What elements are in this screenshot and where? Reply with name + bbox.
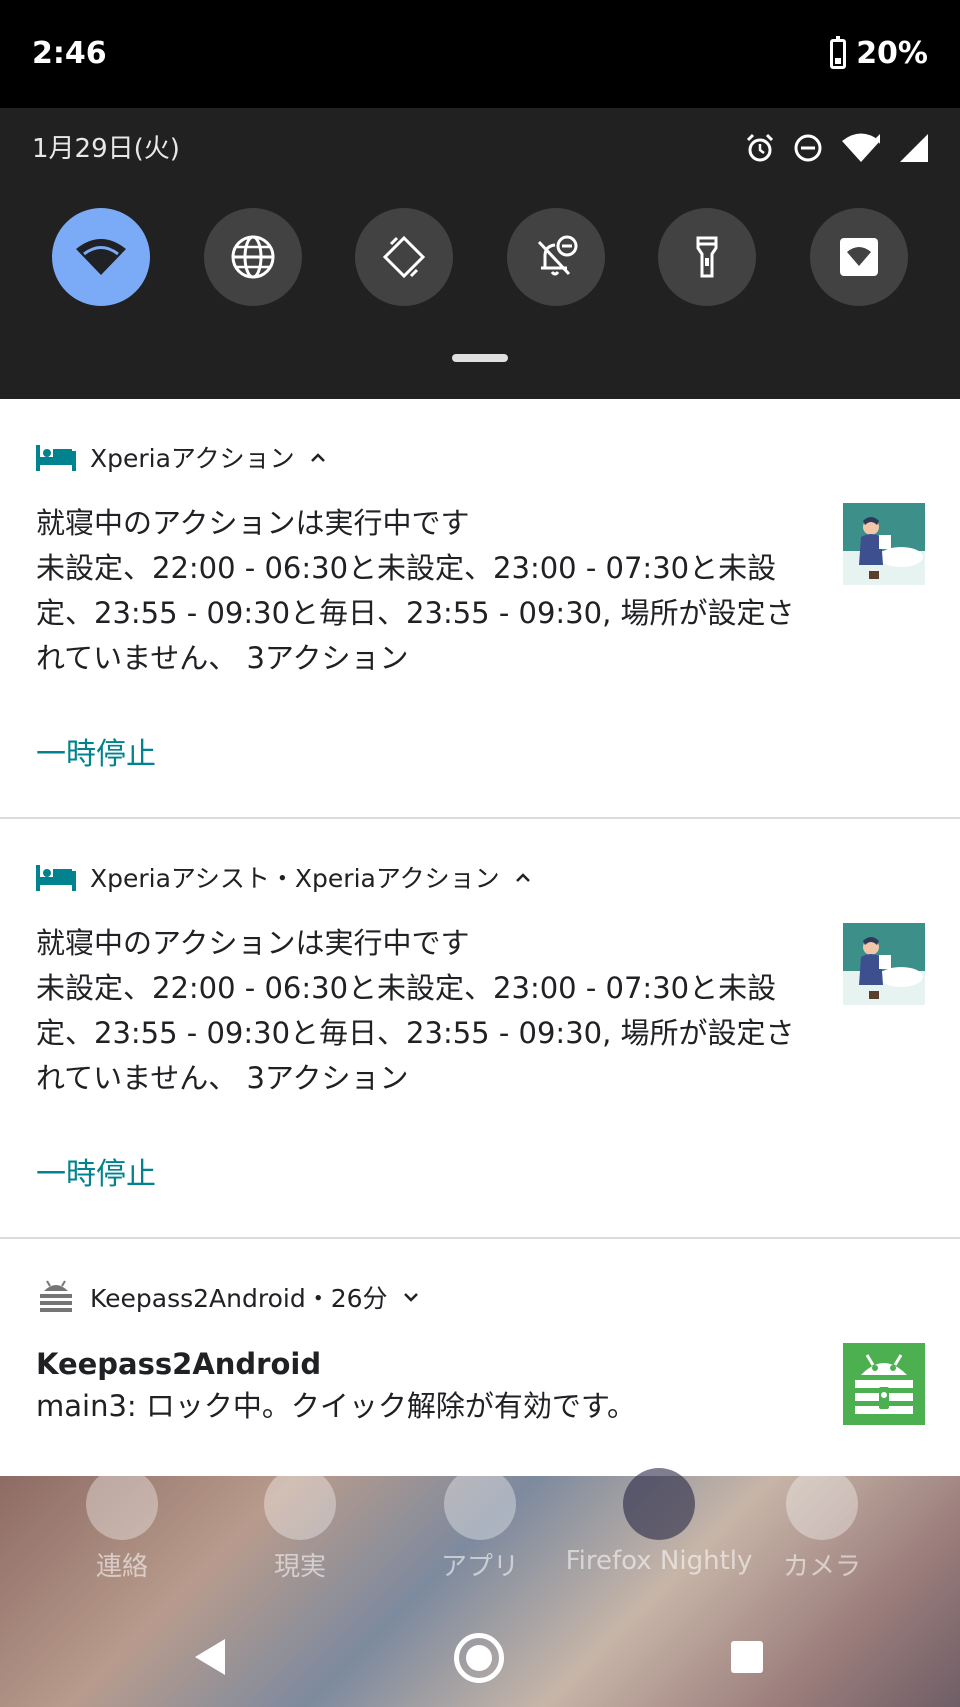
flashlight-icon (696, 236, 718, 278)
home-icon[interactable] (454, 1633, 504, 1683)
dock-item-firefox-nightly[interactable]: Firefox Nightly (566, 1546, 753, 1576)
camera-app-icon[interactable] (786, 1468, 858, 1540)
pause-button[interactable]: 一時停止 (36, 1149, 156, 1193)
hotspot-icon (839, 238, 878, 276)
contacts-app-icon[interactable] (86, 1468, 158, 1540)
reality-app-icon[interactable] (264, 1468, 336, 1540)
chevron-down-icon[interactable] (402, 1291, 420, 1303)
qs-tiles (52, 208, 908, 306)
pause-button[interactable]: 一時停止 (36, 729, 156, 773)
signal-icon (900, 134, 928, 162)
notification-header[interactable]: Xperiaアシスト・Xperiaアクション (36, 859, 532, 895)
hotspot-tile[interactable] (809, 208, 908, 306)
dock-item-apps[interactable]: アプリ (441, 1546, 519, 1583)
wifi-icon (76, 239, 126, 275)
notification-header[interactable]: Xperiaアクション (36, 439, 327, 475)
apps-drawer-icon[interactable] (444, 1468, 516, 1540)
status-time: 2:46 (32, 36, 107, 71)
status-bar: 2:46 20% (0, 0, 960, 108)
dock-item-reality[interactable]: 現実 (274, 1546, 326, 1583)
dnd-icon (794, 134, 822, 162)
battery-icon (830, 35, 847, 69)
rotate-icon (383, 235, 426, 279)
notification-xperia-assist[interactable]: Xperiaアシスト・Xperiaアクション 就寝中のアクションは実行中です 未… (0, 819, 960, 1237)
globe-icon (231, 235, 275, 279)
notification-app-name: Xperiaアクション (90, 444, 295, 473)
dock-item-camera[interactable]: カメラ (783, 1546, 861, 1583)
wifi-icon (842, 133, 880, 162)
auto-rotate-tile[interactable] (355, 208, 454, 306)
dock-item-contacts[interactable]: 連絡 (96, 1546, 148, 1583)
sleeping-person-thumbnail (843, 923, 925, 1005)
notification-text: main3: ロック中。クイック解除が有効です。 (36, 1389, 636, 1423)
notification-title: 就寝中のアクションは実行中です (36, 926, 470, 960)
sleeping-person-thumbnail (843, 503, 925, 585)
qs-date[interactable]: 1月29日(火) (32, 128, 180, 165)
back-icon[interactable] (195, 1639, 225, 1675)
notification-line: 定、23:55 - 09:30と毎日、23:55 - 09:30, 場所が設定さ (36, 596, 795, 630)
chevron-up-icon[interactable] (514, 871, 532, 883)
notification-line: 定、23:55 - 09:30と毎日、23:55 - 09:30, 場所が設定さ (36, 1016, 795, 1050)
chevron-up-icon[interactable] (309, 451, 327, 463)
notification-line: れていません、 3アクション (36, 1061, 409, 1095)
notification-body: 就寝中のアクションは実行中です 未設定、22:00 - 06:30と未設定、23… (36, 921, 816, 1101)
notification-body: Keepass2Android main3: ロック中。クイック解除が有効です。 (36, 1343, 816, 1427)
quick-settings-panel: 1月29日(火) (0, 108, 960, 399)
home-screen-wallpaper: 連絡 現実 アプリ Firefox Nightly カメラ (0, 1468, 960, 1707)
keepass-large-icon (843, 1343, 925, 1425)
dnd-tile[interactable] (506, 208, 605, 306)
firefox-nightly-icon[interactable] (623, 1468, 695, 1540)
flashlight-tile[interactable] (658, 208, 757, 306)
qs-drag-handle[interactable] (452, 354, 508, 362)
bell-off-icon (537, 235, 578, 276)
dock: 連絡 現実 アプリ Firefox Nightly カメラ (0, 1468, 960, 1586)
notification-app-name: Keepass2Android・26分 (90, 1284, 388, 1313)
recents-icon[interactable] (731, 1641, 763, 1673)
battery-percent: 20% (856, 36, 928, 71)
qs-indicators (744, 132, 930, 164)
keepass-icon (40, 1280, 72, 1312)
wifi-tile[interactable] (52, 208, 150, 306)
notification-line: 未設定、22:00 - 06:30と未設定、23:00 - 07:30と未設 (36, 971, 777, 1005)
status-right: 20% (830, 35, 928, 71)
notification-xperia-action[interactable]: Xperiaアクション 就寝中のアクションは実行中です 未設定、22:00 - … (0, 399, 960, 817)
bed-icon (36, 445, 76, 471)
bed-icon (36, 865, 76, 891)
navigation-bar (0, 1606, 960, 1706)
notification-line: れていません、 3アクション (36, 641, 409, 675)
notification-keepass[interactable]: Keepass2Android・26分 Keepass2Android main… (0, 1239, 960, 1476)
notification-app-name: Xperiaアシスト・Xperiaアクション (90, 864, 500, 893)
notification-header[interactable]: Keepass2Android・26分 (36, 1277, 420, 1317)
alarm-icon (746, 133, 774, 162)
notification-body: 就寝中のアクションは実行中です 未設定、22:00 - 06:30と未設定、23… (36, 501, 816, 681)
globe-tile[interactable] (203, 208, 302, 306)
notification-title: 就寝中のアクションは実行中です (36, 506, 470, 540)
notification-title: Keepass2Android (36, 1347, 322, 1381)
notification-line: 未設定、22:00 - 06:30と未設定、23:00 - 07:30と未設 (36, 551, 777, 585)
